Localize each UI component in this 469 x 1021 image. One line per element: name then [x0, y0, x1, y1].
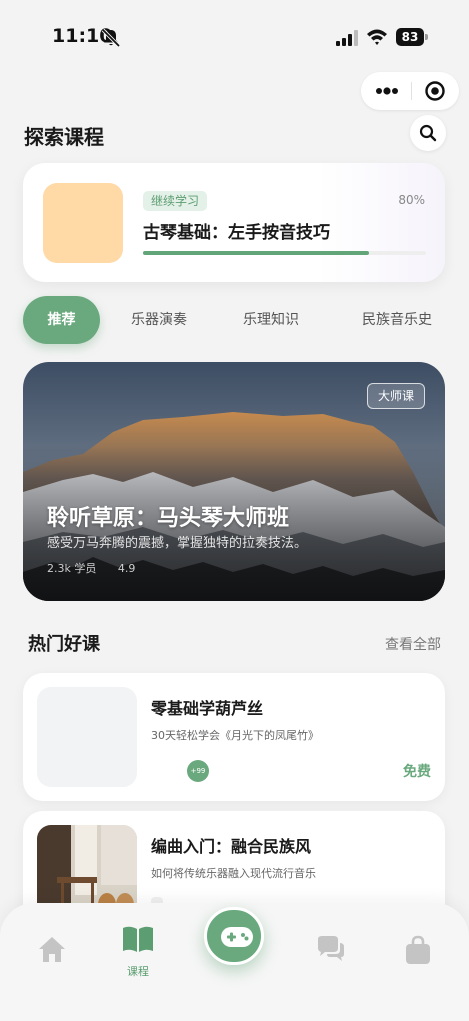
- course-description: 30天轻松学会《月光下的凤尾竹》: [151, 729, 319, 742]
- nav-courses-label: 课程: [127, 965, 149, 978]
- course-title: 零基础学葫芦丝: [151, 699, 264, 718]
- progress-percent: 80%: [398, 193, 425, 207]
- continue-learning-card[interactable]: 继续学习 80% 古琴基础：左手按音技巧: [23, 163, 445, 282]
- tab-recommend[interactable]: 推荐: [23, 296, 100, 344]
- category-tabs: 推荐 乐器演奏 乐理知识 民族音乐史: [23, 296, 463, 344]
- wifi-icon: [367, 29, 387, 45]
- battery-indicator: 83: [396, 28, 428, 46]
- course-thumbnail: [37, 687, 137, 787]
- game-center-button[interactable]: [204, 907, 264, 965]
- continue-course-title: 古琴基础：左手按音技巧: [143, 223, 330, 243]
- battery-level: 83: [396, 28, 424, 46]
- progress-fill: [143, 251, 370, 255]
- popular-section-title: 热门好课: [28, 634, 100, 655]
- featured-course-card[interactable]: 大师课 聆听草原：马头琴大师班 感受万马奔腾的震撼，掌握独特的拉奏技法。 2.3…: [23, 362, 445, 601]
- signal-icon: [336, 30, 358, 46]
- featured-title: 聆听草原：马头琴大师班: [47, 506, 290, 531]
- tab-theory[interactable]: 乐理知识: [231, 296, 311, 344]
- featured-subtitle: 感受万马奔腾的震撼，掌握独特的拉奏技法。: [47, 536, 308, 551]
- see-all-link[interactable]: 查看全部: [385, 634, 441, 654]
- course-card[interactable]: 零基础学葫芦丝 30天轻松学会《月光下的凤尾竹》 +99 免费: [23, 673, 445, 801]
- learner-count-badge: +99: [187, 760, 209, 782]
- bell-off-icon: [101, 28, 121, 48]
- status-bar: 11:10 83: [0, 0, 469, 76]
- page-title: 探索课程: [24, 125, 104, 149]
- course-title: 编曲入门：融合民族风: [151, 837, 312, 856]
- gamepad-icon: [221, 927, 253, 947]
- masterclass-badge: 大师课: [366, 383, 425, 409]
- capsule-divider: [411, 82, 412, 100]
- book-icon: [123, 926, 153, 952]
- rating: 4.9: [117, 562, 136, 575]
- bag-icon: [406, 935, 430, 964]
- tab-instrument[interactable]: 乐器演奏: [119, 296, 199, 344]
- search-icon: [419, 124, 437, 142]
- continue-badge: 继续学习: [143, 191, 208, 211]
- close-target-icon[interactable]: [424, 80, 446, 102]
- nav-shop[interactable]: [388, 903, 448, 993]
- course-thumbnail: [43, 183, 123, 263]
- featured-stats: 2.3k 学员 4.9: [47, 560, 153, 576]
- tab-folk-history[interactable]: 民族音乐史: [349, 296, 445, 344]
- student-count: 2.3k 学员: [47, 562, 97, 575]
- course-price: 免费: [403, 764, 431, 780]
- more-icon[interactable]: [373, 81, 401, 101]
- nav-community[interactable]: [300, 903, 360, 993]
- battery-tip: [425, 34, 428, 40]
- nav-home[interactable]: [22, 903, 82, 993]
- course-description: 如何将传统乐器融入现代流行音乐: [151, 867, 316, 880]
- progress-bar: [143, 251, 426, 255]
- nav-courses[interactable]: 课程: [108, 903, 168, 993]
- search-button[interactable]: [410, 115, 446, 151]
- chat-icon: [318, 936, 344, 961]
- miniapp-capsule: [361, 72, 459, 110]
- home-icon: [39, 937, 65, 962]
